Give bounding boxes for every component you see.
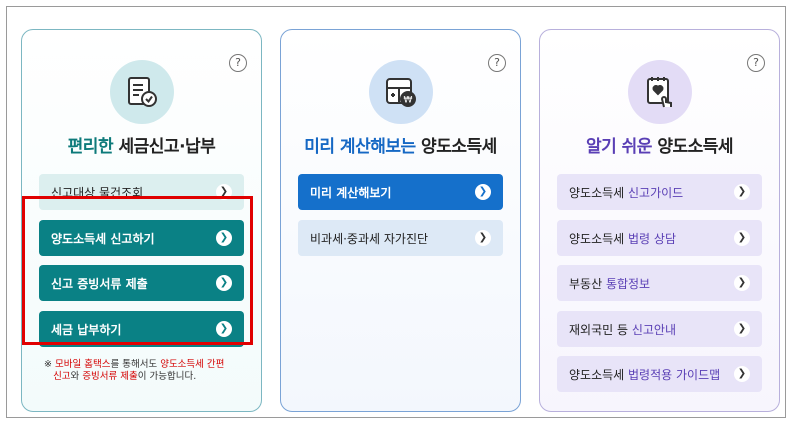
note-part: 양도소득세 간편 <box>160 359 225 370</box>
note-prefix: ※ <box>44 359 55 370</box>
label-highlight: 신고가이드 <box>628 185 684 200</box>
button-label: 부동산 통합정보 <box>569 275 650 292</box>
arrow-right-icon: ❯ <box>475 184 491 200</box>
button-label: 비과세·중과세 자가진단 <box>310 231 429 246</box>
label-prefix: 재외국민 등 <box>569 322 632 337</box>
help-icon[interactable]: ? <box>229 54 247 72</box>
label-highlight: 신고안내 <box>631 322 677 337</box>
self-diagnosis-button[interactable]: 비과세·중과세 자가진단 ❯ <box>298 220 503 256</box>
label-highlight: 통합정보 <box>605 276 651 291</box>
note-part: 이 가능합니다. <box>137 371 197 382</box>
label-highlight: 법령적용 가이드맵 <box>628 367 721 382</box>
svg-text:₩: ₩ <box>404 96 413 106</box>
title-highlight: 알기 쉬운 <box>585 137 652 157</box>
label-highlight: 법령 상담 <box>628 231 676 246</box>
arrow-right-icon: ❯ <box>734 366 750 382</box>
label-prefix: 부동산 <box>569 276 606 291</box>
arrow-right-icon: ❯ <box>734 184 750 200</box>
card-title: 미리 계산해보는 양도소득세 <box>281 132 520 157</box>
title-highlight: 편리한 <box>67 137 114 157</box>
legal-guide-map-button[interactable]: 양도소득세 법령적용 가이드맵 ❯ <box>557 356 762 392</box>
mobile-hometax-note: ※ 모바일 홈택스를 통해서도 양도소득세 간편 신고와 증빙서류 제출이 가능… <box>44 359 264 383</box>
button-label: 양도소득세 신고가이드 <box>569 184 683 201</box>
card-title: 알기 쉬운 양도소득세 <box>540 132 779 157</box>
card-title: 편리한 세금신고·납부 <box>22 132 261 157</box>
label-prefix: 양도소득세 <box>569 367 629 382</box>
overseas-korean-guide-button[interactable]: 재외국민 등 신고안내 ❯ <box>557 311 762 347</box>
button-label: 양도소득세 법령적용 가이드맵 <box>569 366 720 383</box>
button-label: 양도소득세 법령 상담 <box>569 230 676 247</box>
label-prefix: 양도소득세 <box>569 231 629 246</box>
legal-consultation-button[interactable]: 양도소득세 법령 상담 ❯ <box>557 220 762 256</box>
notebook-heart-icon <box>628 60 692 124</box>
button-label: 미리 계산해보기 <box>310 185 392 200</box>
calculate-in-advance-button[interactable]: 미리 계산해보기 ❯ <box>298 174 503 210</box>
highlight-box <box>22 196 253 345</box>
note-part: 신고 <box>53 371 71 382</box>
help-icon[interactable]: ? <box>747 54 765 72</box>
real-estate-info-button[interactable]: 부동산 통합정보 ❯ <box>557 265 762 301</box>
button-label: 재외국민 등 신고안내 <box>569 321 676 338</box>
document-check-icon <box>110 60 174 124</box>
title-rest: 양도소득세 <box>651 137 734 157</box>
note-part: 모바일 홈택스 <box>54 359 111 370</box>
arrow-right-icon: ❯ <box>734 275 750 291</box>
title-rest: 세금신고·납부 <box>113 137 216 157</box>
label-prefix: 양도소득세 <box>569 185 629 200</box>
note-part: 증빙서류 제출 <box>82 371 138 382</box>
arrow-right-icon: ❯ <box>475 230 491 246</box>
note-part: 와 <box>70 371 83 382</box>
note-part: 를 통해서도 <box>110 359 161 370</box>
help-icon[interactable]: ? <box>488 54 506 72</box>
card-tax-guide: ? 알기 쉬운 양도소득세 양도소득세 신고가이드 ❯ 양도소득세 법령 상담 … <box>539 29 780 412</box>
card-tax-calculator: ? ₩ 미리 계산해보는 양도소득세 미리 계산해보기 ❯ 비과세·중과세 자가… <box>280 29 521 412</box>
arrow-right-icon: ❯ <box>734 230 750 246</box>
title-highlight: 미리 계산해보는 <box>304 137 416 157</box>
title-rest: 양도소득세 <box>415 137 497 157</box>
filing-guide-button[interactable]: 양도소득세 신고가이드 ❯ <box>557 174 762 210</box>
calculator-icon: ₩ <box>369 60 433 124</box>
arrow-right-icon: ❯ <box>734 321 750 337</box>
